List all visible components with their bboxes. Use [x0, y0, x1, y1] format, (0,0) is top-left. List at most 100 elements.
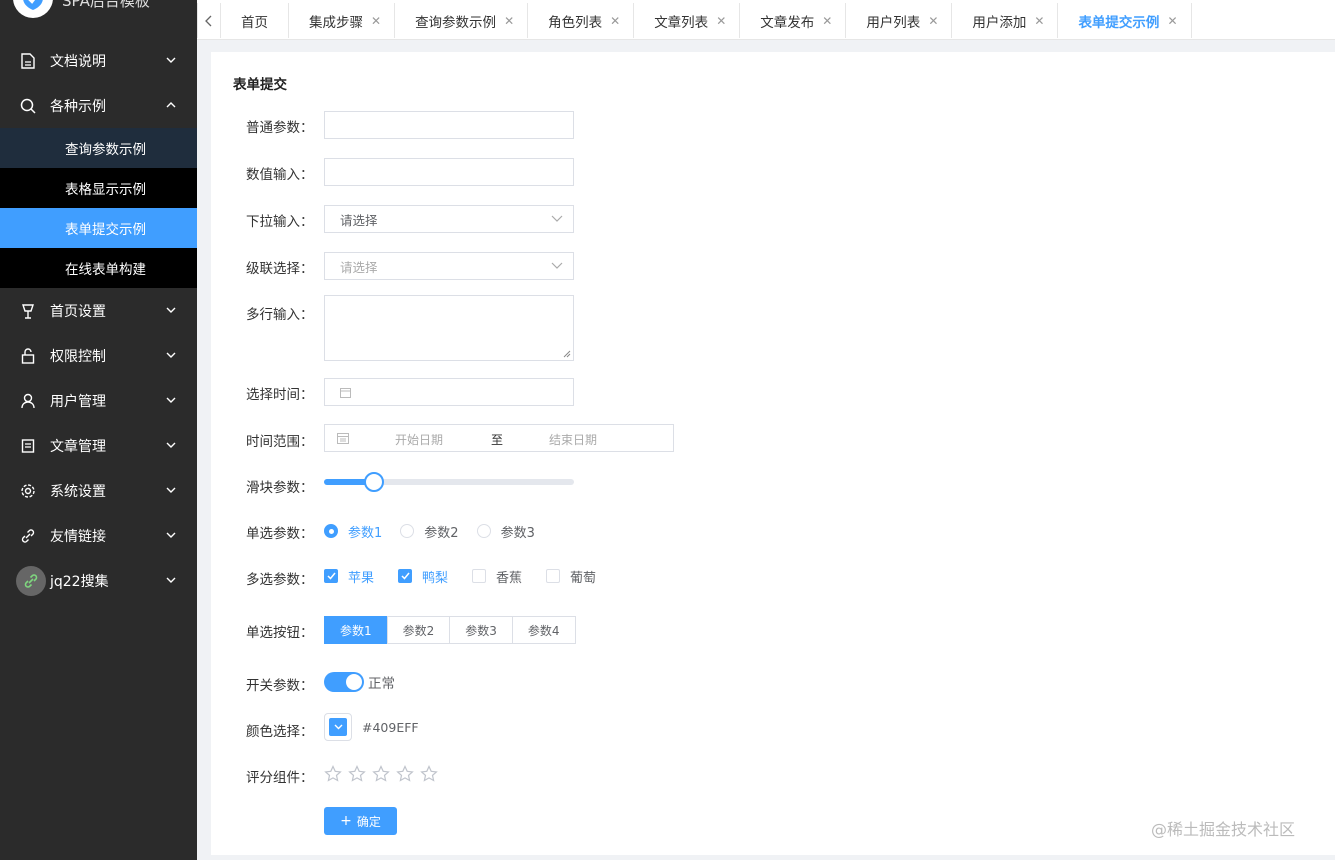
- radio-label: 参数1: [348, 525, 383, 541]
- lamp-icon: [20, 303, 36, 319]
- radio-option[interactable]: 参数1: [324, 522, 382, 541]
- close-icon[interactable]: ✕: [1167, 14, 1177, 28]
- checkbox-option[interactable]: 葡萄: [546, 567, 596, 586]
- radio-button[interactable]: 参数4: [511, 616, 576, 644]
- checkbox-group: 苹果 鸭梨 香蕉 葡萄: [324, 566, 620, 586]
- tab-query-example[interactable]: 查询参数示例 ✕: [395, 3, 529, 38]
- submit-button[interactable]: + 确定: [324, 807, 397, 835]
- sidebar-item-label: jq22搜集: [50, 573, 109, 590]
- radio-option[interactable]: 参数2: [400, 522, 459, 541]
- sidebar-item-examples[interactable]: 各种示例: [0, 83, 197, 128]
- tab-form-example[interactable]: 表单提交示例 ✕: [1058, 3, 1192, 38]
- search-icon: [20, 98, 36, 114]
- tab-user-add[interactable]: 用户添加 ✕: [952, 3, 1059, 38]
- tab-scroll-left-button[interactable]: [197, 3, 221, 38]
- checkbox: [398, 569, 413, 583]
- chevron-down-icon: [551, 215, 563, 222]
- tab-article-publish[interactable]: 文章发布 ✕: [740, 3, 847, 38]
- cascade-select[interactable]: 请选择: [324, 252, 574, 280]
- checkbox-label: 香蕉: [496, 570, 523, 586]
- resize-handle-icon[interactable]: [563, 350, 571, 358]
- checkbox-option[interactable]: 苹果: [324, 567, 374, 586]
- sidebar-item-label: 权限控制: [50, 348, 106, 365]
- cascade-placeholder: 请选择: [340, 259, 378, 275]
- radio-circle: [324, 524, 338, 538]
- radio-group: 参数1 参数2 参数3: [324, 521, 553, 541]
- radio-button[interactable]: 参数3: [449, 616, 513, 644]
- close-icon[interactable]: ✕: [504, 14, 514, 28]
- star-icon[interactable]: [396, 765, 414, 783]
- radio-circle: [400, 524, 415, 538]
- color-swatch[interactable]: [324, 713, 352, 741]
- star-icon[interactable]: [324, 765, 342, 783]
- shield-logo-icon: [23, 0, 43, 10]
- star-icon[interactable]: [420, 765, 438, 783]
- tab-label: 表单提交示例: [1078, 14, 1160, 31]
- radio-option[interactable]: 参数3: [476, 522, 535, 541]
- calendar-icon: [340, 387, 351, 398]
- close-icon[interactable]: ✕: [716, 14, 726, 28]
- checkbox-option[interactable]: 香蕉: [472, 567, 522, 586]
- select-dropdown[interactable]: 请选择: [324, 205, 574, 233]
- submenu-item-table[interactable]: 表格显示示例: [0, 168, 197, 208]
- checkbox-label: 苹果: [348, 570, 375, 586]
- slider[interactable]: [324, 468, 574, 496]
- submenu-item-query[interactable]: 查询参数示例: [0, 128, 197, 168]
- tab-user-list[interactable]: 用户列表 ✕: [846, 3, 953, 38]
- sidebar-item-permissions[interactable]: 权限控制: [0, 333, 197, 378]
- submenu-item-builder[interactable]: 在线表单构建: [0, 248, 197, 288]
- tab-label: 集成步骤: [309, 14, 363, 31]
- slider-handle[interactable]: [364, 472, 384, 492]
- sidebar-item-home-settings[interactable]: 首页设置: [0, 288, 197, 333]
- rating: [324, 765, 444, 783]
- checkbox: [546, 569, 561, 583]
- close-icon[interactable]: ✕: [928, 14, 938, 28]
- range-start-placeholder: 开始日期: [395, 433, 444, 447]
- close-icon[interactable]: ✕: [371, 14, 381, 28]
- chevron-down-icon: [166, 442, 176, 448]
- star-icon[interactable]: [348, 765, 366, 783]
- checkbox-option[interactable]: 鸭梨: [398, 567, 448, 586]
- tab-integration[interactable]: 集成步骤 ✕: [289, 3, 396, 38]
- normal-input[interactable]: [324, 111, 574, 139]
- close-icon[interactable]: ✕: [1034, 14, 1044, 28]
- chevron-down-icon: [166, 487, 176, 493]
- sidebar-item-system[interactable]: 系统设置: [0, 468, 197, 513]
- sidebar-item-label: 系统设置: [50, 483, 106, 500]
- date-picker-input[interactable]: [324, 378, 574, 406]
- close-icon[interactable]: ✕: [822, 14, 832, 28]
- tab-home[interactable]: 首页: [221, 3, 289, 38]
- tab-label: 文章发布: [760, 14, 815, 31]
- submenu-item-form[interactable]: 表单提交示例: [0, 208, 197, 248]
- color-picker[interactable]: #409EFF: [324, 713, 419, 741]
- label-radio: 单选参数：: [246, 526, 314, 542]
- gear-icon: [20, 483, 36, 499]
- sidebar-item-users[interactable]: 用户管理: [0, 378, 197, 423]
- app-title: SPA后台模板: [62, 0, 150, 10]
- watermark: @稀土掘金技术社区: [1151, 820, 1296, 839]
- article-icon: [20, 438, 36, 454]
- label-number: 数值输入：: [246, 167, 314, 183]
- chevron-down-icon: [166, 397, 176, 403]
- radio-button[interactable]: 参数2: [386, 616, 451, 644]
- sidebar-item-label: 用户管理: [50, 393, 106, 410]
- switch-control[interactable]: 正常: [324, 672, 395, 692]
- sidebar-item-label: 首页设置: [50, 303, 106, 320]
- radio-button[interactable]: 参数1: [324, 616, 388, 644]
- sidebar-item-links[interactable]: 友情链接: [0, 513, 197, 558]
- tab-label: 文章列表: [654, 14, 709, 31]
- toggle-switch[interactable]: [324, 672, 364, 692]
- number-input[interactable]: [324, 158, 574, 186]
- lock-icon: [20, 347, 36, 364]
- tab-role-list[interactable]: 角色列表 ✕: [528, 3, 635, 38]
- star-icon[interactable]: [372, 765, 390, 783]
- multiline-textarea[interactable]: [324, 295, 574, 361]
- sidebar-item-docs[interactable]: 文档说明: [0, 38, 197, 83]
- close-icon[interactable]: ✕: [610, 14, 620, 28]
- radio-label: 参数2: [424, 525, 459, 541]
- checkbox: [324, 569, 338, 583]
- date-range-picker[interactable]: 开始日期 至 结束日期: [324, 424, 674, 452]
- tab-article-list[interactable]: 文章列表 ✕: [634, 3, 741, 38]
- chevron-down-icon: [166, 352, 176, 358]
- sidebar-item-articles[interactable]: 文章管理: [0, 423, 197, 468]
